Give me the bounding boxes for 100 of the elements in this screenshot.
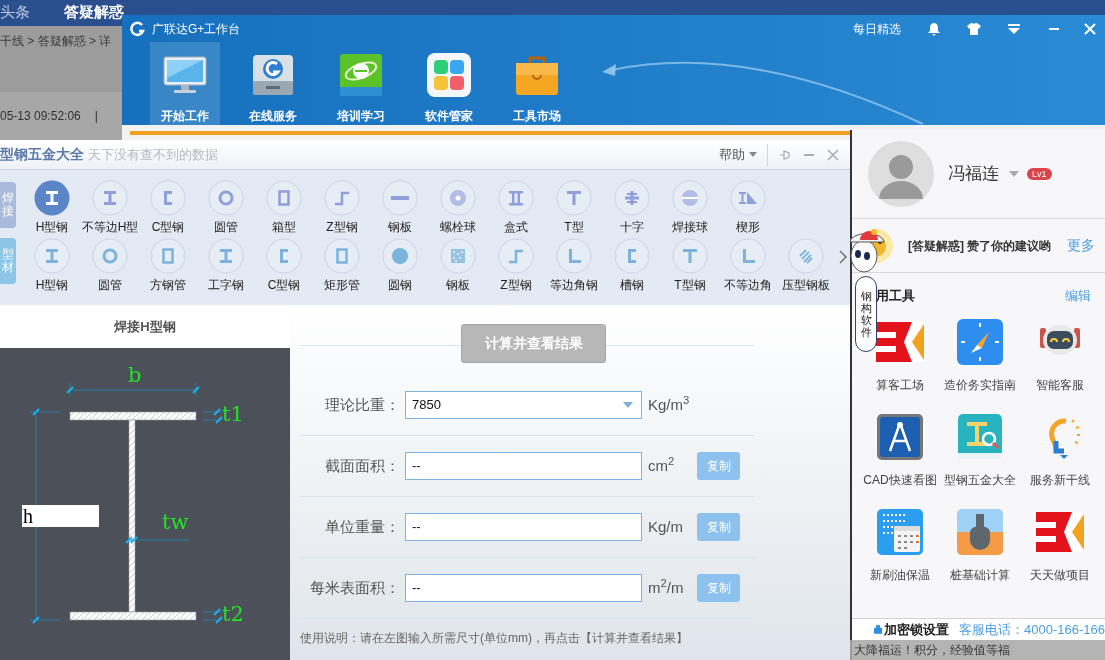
dimension-field[interactable]: h [22, 505, 99, 527]
shirt-icon [967, 21, 981, 36]
tool-button[interactable]: CAD快速看图 [860, 413, 940, 508]
square-tube-icon [266, 180, 302, 216]
i-beam-icon [92, 180, 128, 216]
section-type-button[interactable]: 钢板 [429, 238, 487, 292]
close-icon [826, 147, 840, 162]
avatar [868, 141, 934, 207]
tool-button[interactable]: 型钢五金大全 [940, 413, 1020, 508]
caret-icon [623, 402, 633, 408]
dimension-label: b [128, 364, 142, 386]
separator: | [94, 108, 98, 125]
section-type-button[interactable]: 不等边角 [719, 238, 777, 292]
tool-button[interactable]: 服务新干线 [1020, 413, 1100, 508]
app-grid-icon [425, 51, 473, 99]
field-label: 理论比重： [324, 394, 400, 415]
i-beam-icon [208, 238, 244, 274]
double-tee-icon [498, 180, 534, 216]
section-type-button[interactable]: 等边角钢 [545, 238, 603, 292]
tool-button[interactable]: 新刷油保温 [860, 508, 940, 603]
section-type-button[interactable]: 圆管 [81, 238, 139, 292]
logo-icon [130, 20, 146, 37]
daily-pick-link[interactable]: 每日精选 [853, 19, 901, 38]
notice-text: 大降福运！积分，经验值等福 [852, 640, 1105, 660]
unit-label: Kg/m [648, 516, 684, 537]
section-type-button[interactable]: H型钢 [23, 180, 81, 234]
bell-icon [927, 21, 941, 36]
dimension-label: t2 [222, 603, 244, 625]
hotline-text: 客服电话：4000-166-166 [959, 620, 1105, 639]
section-type-button[interactable]: 盒式 [487, 180, 545, 234]
tool-button[interactable]: 造价务实指南 [940, 318, 1020, 413]
toolbar-button[interactable]: 培训学习 [326, 42, 396, 125]
channel-icon [150, 180, 186, 216]
instructions-text: 使用说明：请在左图输入所需尺寸(单位mm)，再点击【计算并查看结果】 [300, 630, 689, 647]
section-type-button[interactable]: 十字 [603, 180, 661, 234]
section-type-button[interactable]: 工字钢 [197, 238, 255, 292]
panel-title: 焊接H型钢 [0, 305, 290, 348]
section-type-button[interactable]: 楔形 [719, 180, 777, 234]
section-type-button[interactable]: 圆钢 [371, 238, 429, 292]
density-dropdown[interactable]: 7850 [405, 391, 642, 419]
field-label: 截面面积： [324, 455, 400, 476]
result-field[interactable]: -- [405, 513, 642, 541]
tool-button[interactable]: 桩基础计算 [940, 508, 1020, 603]
dimension-label: tw [162, 511, 189, 533]
section-type-button[interactable]: 不等边H型 [81, 180, 139, 234]
section-type-button[interactable]: T型 [545, 180, 603, 234]
result-field[interactable]: -- [405, 574, 642, 602]
section-type-button[interactable]: Z型钢 [313, 180, 371, 234]
breadcrumb: 干线 > 答疑解惑 > 详 [0, 33, 112, 50]
tool-button[interactable]: 智能客服 [1020, 318, 1100, 413]
dimension-line [202, 608, 223, 624]
dropdown-icon [1007, 21, 1021, 36]
ring-icon [208, 180, 244, 216]
user-name: 冯福连 [948, 163, 999, 186]
section-type-button[interactable]: 槽钢 [603, 238, 661, 292]
dimension-label: t1 [222, 403, 244, 425]
minimize-icon [804, 153, 814, 156]
section-type-button[interactable]: H型钢 [23, 238, 81, 292]
window-title: 广联达G+工作台 [152, 20, 241, 38]
caret-icon [1009, 170, 1019, 178]
section-type-button[interactable]: 焊接球 [661, 180, 719, 234]
timestamp: 05-13 09:52:06 [0, 108, 81, 125]
close-icon [1083, 21, 1097, 36]
help-menu[interactable]: 帮助 [719, 144, 757, 165]
section-type-button[interactable]: 矩形管 [313, 238, 371, 292]
section-type-button[interactable]: 圆管 [197, 180, 255, 234]
toolbar-button[interactable]: 工具市场 [502, 42, 572, 125]
square-tube-icon [150, 238, 186, 274]
section-type-button[interactable]: 螺栓球 [429, 180, 487, 234]
section-title: 用工具 [876, 286, 915, 305]
nav-link[interactable]: 头条 [0, 3, 30, 21]
ring-icon [92, 238, 128, 274]
tee-icon [556, 180, 592, 216]
pin-icon [778, 147, 792, 162]
section-type-button[interactable]: 箱型 [255, 180, 313, 234]
section-type-button[interactable]: T型钢 [661, 238, 719, 292]
section-type-button[interactable]: 压型钢板 [777, 238, 835, 292]
section-type-button[interactable]: 方钢管 [139, 238, 197, 292]
pile-icon [956, 508, 1004, 556]
angle-icon [730, 238, 766, 274]
section-type-button[interactable]: C型钢 [255, 238, 313, 292]
chevron-right-icon [839, 250, 847, 264]
toolbar-button[interactable]: 软件管家 [414, 42, 484, 125]
angle-icon [556, 238, 592, 274]
section-type-button[interactable]: Z型钢 [487, 238, 545, 292]
tool-button[interactable]: 天天做项目 [1020, 508, 1100, 603]
calendar-icon [876, 508, 924, 556]
section-type-button[interactable]: 钢板 [371, 180, 429, 234]
nav-link[interactable]: 答疑解惑 [64, 3, 124, 21]
toolbar-button[interactable]: 开始工作 [150, 42, 220, 125]
dimension-line [202, 408, 223, 424]
level-badge: Lv1 [1027, 168, 1052, 180]
compass-icon [956, 318, 1004, 366]
section-type-button[interactable]: C型钢 [139, 180, 197, 234]
lock-settings-link[interactable]: 加密锁设置 [884, 619, 950, 640]
field-label: 每米表面积： [309, 577, 400, 598]
toolbar-button[interactable]: 在线服务 [238, 42, 308, 125]
ball-icon [440, 180, 476, 216]
result-field[interactable]: -- [405, 452, 642, 480]
unit-label: Kg/m$^{3}$ [648, 393, 691, 415]
